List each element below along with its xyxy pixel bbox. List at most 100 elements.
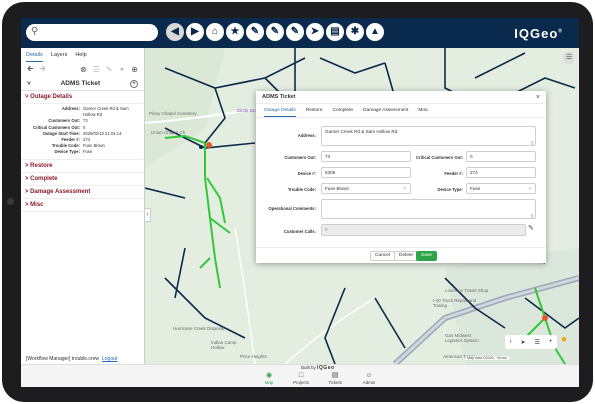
person-icon: ☺ <box>365 372 373 379</box>
cursor-icon[interactable]: ➤ <box>521 339 526 346</box>
detail-row: Device Type: Fuse <box>25 149 140 155</box>
close-icon[interactable]: × <box>536 94 540 101</box>
map-attribution: Map data ©2025 · Terms <box>465 356 509 360</box>
directions-icon[interactable]: ✦ <box>119 65 126 74</box>
top-bar: ⚲ ◀ ▶ ⌂ ★ ✎ ✎ ✎ ➤ ▤ ✱ ▲ IQGeo® <box>21 18 579 48</box>
chevron-down-icon: ˅ <box>403 186 406 191</box>
panel-tabs: Details Layers Help <box>21 48 144 62</box>
section-damage-assessment[interactable]: ˃ Damage Assessment <box>21 186 144 199</box>
nav-tickets[interactable]: ▤ Tickets <box>323 372 347 385</box>
tab-misc[interactable]: Misc <box>418 108 428 117</box>
nav-admin[interactable]: ☺ Admin <box>357 372 381 385</box>
tab-help[interactable]: Help <box>75 52 86 62</box>
link-tool-icon[interactable]: ✎ <box>246 23 264 41</box>
print-tool-icon[interactable]: ▤ <box>326 23 344 41</box>
section-label: Restore <box>30 162 53 169</box>
pencil-tool-icon[interactable]: ✎ <box>266 23 284 41</box>
layers-icon[interactable]: ☰ <box>563 52 575 64</box>
customers-out-label: Customers Out: <box>284 155 316 160</box>
add-icon[interactable]: + <box>129 79 138 88</box>
logout-link[interactable]: Logout <box>102 356 117 362</box>
delete-button[interactable]: Delete <box>394 251 418 261</box>
feeder-number-field[interactable]: 274 <box>466 167 536 178</box>
back-arrow-icon[interactable]: 🡰 <box>27 63 33 77</box>
section-restore[interactable]: ˃ Restore <box>21 160 144 173</box>
section-label: Outage Details <box>30 94 73 100</box>
nav-label: Map <box>264 380 274 385</box>
section-outage-details[interactable]: ˅ Outage Details <box>21 91 144 104</box>
network-tool-icon[interactable]: ✱ <box>346 23 364 41</box>
section-label: Complete <box>30 175 58 182</box>
star-tool-icon[interactable]: ★ <box>226 23 244 41</box>
customers-out-field[interactable]: 73 <box>321 151 411 162</box>
built-by-text: Built by <box>301 365 316 370</box>
home-tool-icon[interactable]: ⌂ <box>206 23 224 41</box>
collapse-chevron-icon[interactable]: ˅ <box>27 80 31 87</box>
list-icon[interactable]: ☰ <box>93 65 100 74</box>
detail-label: Device Type: <box>54 149 80 155</box>
tab-outage-details[interactable]: Outage Details <box>264 108 296 117</box>
logo-text: IQGeo <box>514 26 559 41</box>
back-tool-icon[interactable]: ◀ <box>166 23 184 41</box>
arrow-icon[interactable]: › <box>510 339 512 345</box>
outage-details-list: Address: Garner Creek Rd & Sam Hollow Rd … <box>21 104 144 160</box>
clear-icon[interactable]: ⊗ <box>80 65 87 74</box>
forward-tool-icon[interactable]: ▶ <box>186 23 204 41</box>
save-button[interactable]: Save <box>416 251 437 261</box>
section-complete[interactable]: ˃ Complete <box>21 173 144 186</box>
critical-customers-out-field[interactable]: 0 <box>466 151 536 162</box>
zoom-icon[interactable]: ⊕ <box>131 65 138 74</box>
resize-handle-icon[interactable]: ⋸ <box>531 140 534 145</box>
cancel-button[interactable]: Cancel <box>370 251 395 261</box>
tab-restore[interactable]: Restore <box>306 108 323 117</box>
edit-icon[interactable]: ✎ <box>106 65 113 74</box>
device-number-field[interactable]: 6309 <box>321 167 411 178</box>
plus-icon[interactable]: + <box>549 339 553 345</box>
collapse-panel-button[interactable]: ‹ <box>144 208 151 222</box>
device-type-select[interactable]: Fuse ˅ <box>466 183 536 194</box>
search-icon: ⚲ <box>31 26 39 37</box>
panel-title: ADMS Ticket <box>60 80 101 87</box>
nav-label: Admin <box>362 380 376 385</box>
section-label: Damage Assessment <box>30 188 91 195</box>
edit-icon[interactable]: ✎ <box>528 224 534 232</box>
tab-complete[interactable]: Complete <box>333 108 354 117</box>
operational-comments-label: Operational Comments: <box>268 206 316 211</box>
feeder-number-label: Feeder #: <box>444 171 463 176</box>
forward-arrow-icon[interactable]: 🡲 <box>39 63 45 77</box>
street-view-icon[interactable]: ● <box>561 334 567 345</box>
iqgeo-logo: IQGeo® <box>514 26 563 41</box>
search-input[interactable] <box>40 26 152 38</box>
nav-map[interactable]: ◉ Map <box>257 372 281 385</box>
map-label: Union Chapel Ch <box>151 130 186 135</box>
search-box[interactable]: ⚲ <box>26 24 158 41</box>
device-number-label: Device #: <box>297 171 316 176</box>
critical-customers-out-label: Critical Customers Out: <box>415 155 463 160</box>
tab-layers[interactable]: Layers <box>51 52 68 62</box>
workflow-status: [Workflow Manager] trouble.crew <box>26 356 99 362</box>
built-by: Built by IQGeo <box>301 365 335 371</box>
address-field[interactable]: Garner Creek Rd & Sam Hollow Rd ⋸ <box>321 126 536 146</box>
detail-label: Address: <box>61 106 80 111</box>
dialog-tabs: Outage Details Restore Complete Damage A… <box>256 104 546 118</box>
tab-details[interactable]: Details <box>26 52 43 62</box>
map-label: Gas Midwest Logistics System <box>445 333 479 343</box>
trouble-code-select[interactable]: Fuse Blown ˅ <box>321 183 411 194</box>
nav-label: Projects <box>293 380 309 385</box>
navigate-tool-icon[interactable]: ➤ <box>306 23 324 41</box>
operational-comments-field[interactable]: ⋸ <box>321 199 536 219</box>
edit-tool-icon[interactable]: ✎ <box>286 23 304 41</box>
map-label: Lovelace Travel Shop <box>445 288 489 293</box>
section-label: Misc <box>30 201 44 208</box>
nav-projects[interactable]: □ Projects <box>289 372 313 385</box>
map-label: Piney Chapel Cemetery <box>149 111 197 116</box>
trouble-code-label: Trouble Code: <box>287 187 316 192</box>
list-icon[interactable]: ☰ <box>535 339 540 346</box>
terrain-tool-icon[interactable]: ▲ <box>366 23 384 41</box>
tab-damage-assessment[interactable]: Damage Assessment <box>363 108 408 117</box>
section-misc[interactable]: ˃ Misc <box>21 199 144 212</box>
camera-dot <box>7 198 14 205</box>
resize-handle-icon[interactable]: ⋸ <box>531 213 534 218</box>
map-label: Hurricane Creek Disposal <box>173 326 225 331</box>
chevron-down-icon: ˅ <box>528 186 531 191</box>
